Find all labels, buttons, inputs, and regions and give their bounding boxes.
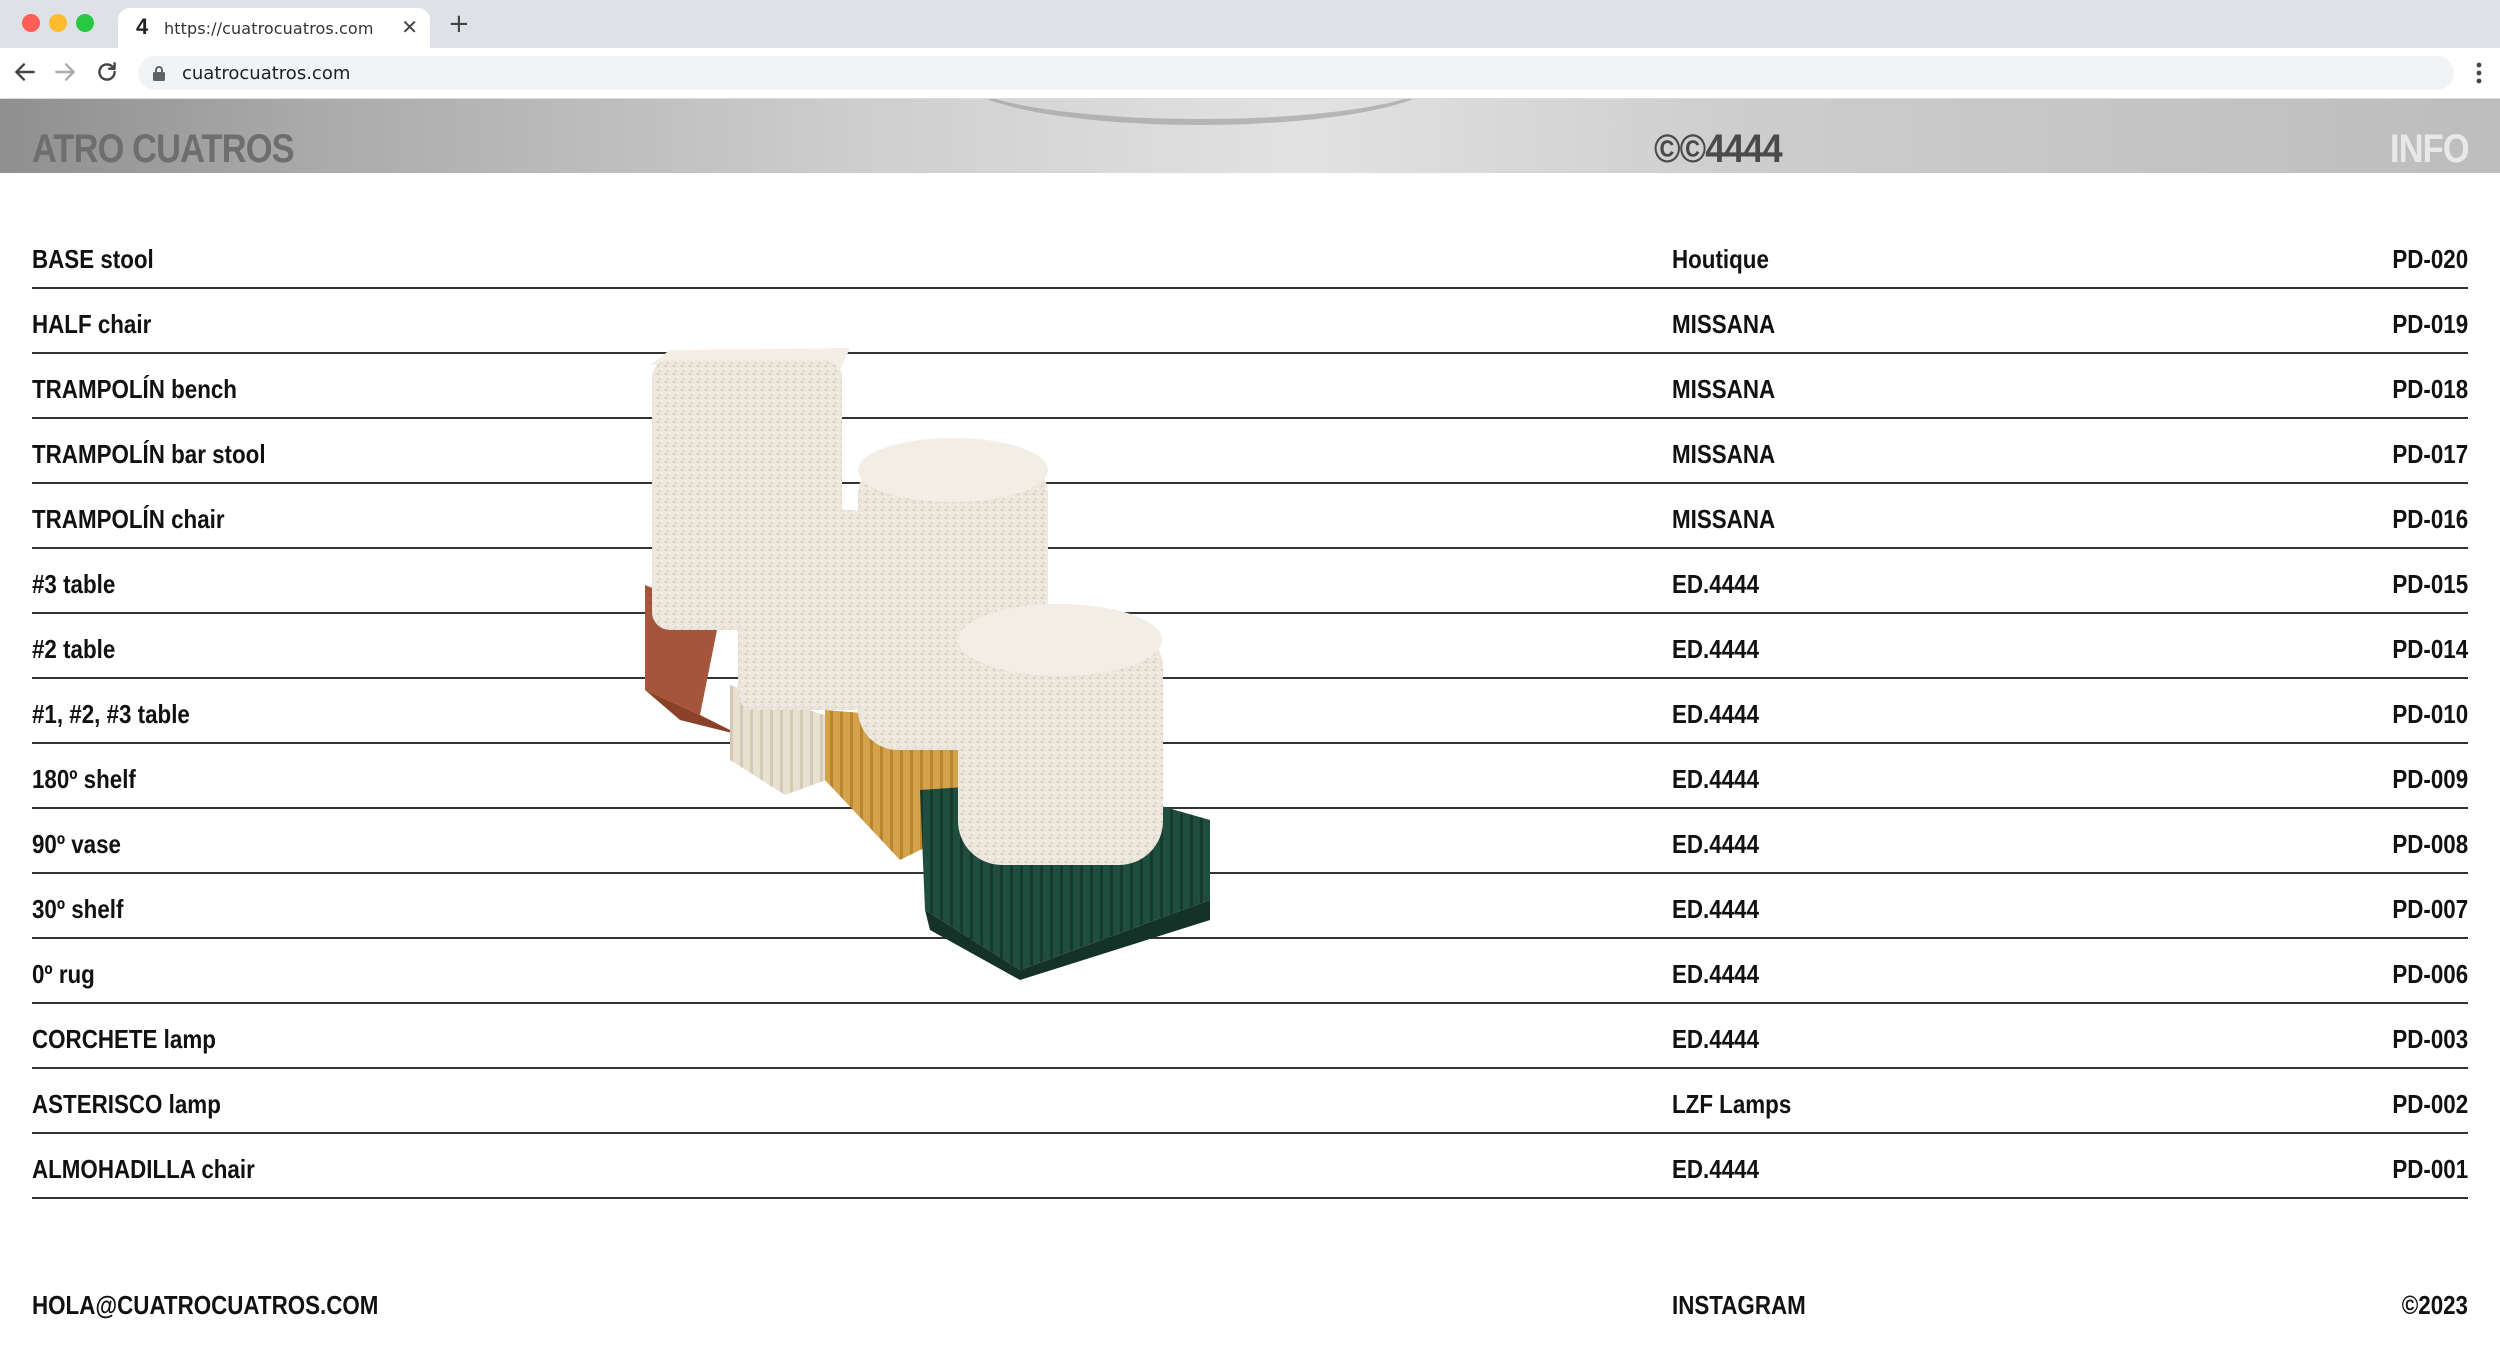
table-row[interactable]: #3 table ED.4444 PD-015 bbox=[32, 549, 2468, 614]
browser-tab[interactable]: 4 https://cuatrocuatros.com ✕ bbox=[118, 8, 430, 48]
product-name: 180º shelf bbox=[32, 764, 136, 794]
table-row[interactable]: BASE stool Houtique PD-020 bbox=[32, 224, 2468, 289]
product-name: ALMOHADILLA chair bbox=[32, 1154, 255, 1184]
product-name: #1, #2, #3 table bbox=[32, 699, 190, 729]
product-code: PD-014 bbox=[2392, 634, 2468, 664]
product-maker: MISSANA bbox=[1672, 309, 1776, 339]
product-code: PD-003 bbox=[2392, 1024, 2468, 1054]
edition-mark[interactable]: ©©4444 bbox=[1654, 127, 1783, 172]
product-maker: MISSANA bbox=[1672, 504, 1776, 534]
product-list: BASE stool Houtique PD-020 HALF chair MISSAN… bbox=[32, 224, 2468, 1199]
product-maker: MISSANA bbox=[1672, 374, 1776, 404]
product-maker: ED.4444 bbox=[1672, 764, 1760, 794]
table-row[interactable]: TRAMPOLÍN bar stool MISSANA PD-017 bbox=[32, 419, 2468, 484]
table-row[interactable]: TRAMPOLÍN bench MISSANA PD-018 bbox=[32, 354, 2468, 419]
product-code: PD-019 bbox=[2392, 309, 2468, 339]
product-code: PD-016 bbox=[2392, 504, 2468, 534]
product-name: TRAMPOLÍN bench bbox=[32, 374, 237, 404]
product-name: 30º shelf bbox=[32, 894, 124, 924]
product-code: PD-015 bbox=[2392, 569, 2468, 599]
email-link[interactable]: HOLA@CUATROCUATROS.COM bbox=[32, 1290, 378, 1321]
table-row[interactable]: #1, #2, #3 table ED.4444 PD-010 bbox=[32, 679, 2468, 744]
table-row[interactable]: CORCHETE lamp ED.4444 PD-003 bbox=[32, 1004, 2468, 1069]
product-name: BASE stool bbox=[32, 244, 154, 274]
site-header: ATRO CUATROS ©©4444 INFO bbox=[0, 99, 2500, 173]
product-code: PD-002 bbox=[2392, 1089, 2468, 1119]
address-text[interactable]: cuatrocuatros.com bbox=[182, 63, 350, 84]
product-name: #3 table bbox=[32, 569, 116, 599]
product-code: PD-010 bbox=[2392, 699, 2468, 729]
table-row[interactable]: ALMOHADILLA chair ED.4444 PD-001 bbox=[32, 1134, 2468, 1199]
product-maker: Houtique bbox=[1672, 244, 1769, 274]
brand-logo[interactable]: ATRO CUATROS bbox=[32, 127, 295, 172]
tab-title: https://cuatrocuatros.com bbox=[164, 19, 374, 38]
info-link[interactable]: INFO bbox=[2390, 127, 2470, 172]
menu-dots-icon[interactable] bbox=[2476, 60, 2482, 86]
product-name: 90º vase bbox=[32, 829, 121, 859]
product-maker: ED.4444 bbox=[1672, 829, 1760, 859]
back-arrow-icon[interactable] bbox=[12, 59, 38, 85]
product-maker: LZF Lamps bbox=[1672, 1089, 1792, 1119]
table-row[interactable]: 30º shelf ED.4444 PD-007 bbox=[32, 874, 2468, 939]
product-maker: ED.4444 bbox=[1672, 1024, 1760, 1054]
table-row[interactable]: TRAMPOLÍN chair MISSANA PD-016 bbox=[32, 484, 2468, 549]
table-row[interactable]: 90º vase ED.4444 PD-008 bbox=[32, 809, 2468, 874]
product-maker: ED.4444 bbox=[1672, 569, 1760, 599]
product-name: #2 table bbox=[32, 634, 116, 664]
table-row[interactable]: HALF chair MISSANA PD-019 bbox=[32, 289, 2468, 354]
browser-toolbar: cuatrocuatros.com bbox=[0, 48, 2500, 99]
product-name: TRAMPOLÍN chair bbox=[32, 504, 225, 534]
product-maker: ED.4444 bbox=[1672, 1154, 1760, 1184]
window-maximize-button[interactable] bbox=[76, 14, 94, 32]
table-row[interactable]: ASTERISCO lamp LZF Lamps PD-002 bbox=[32, 1069, 2468, 1134]
product-code: PD-008 bbox=[2392, 829, 2468, 859]
header-decoration bbox=[960, 99, 1440, 125]
product-code: PD-017 bbox=[2392, 439, 2468, 469]
product-maker: ED.4444 bbox=[1672, 699, 1760, 729]
browser-tab-bar: 4 https://cuatrocuatros.com ✕ + bbox=[0, 0, 2500, 48]
product-code: PD-018 bbox=[2392, 374, 2468, 404]
product-code: PD-006 bbox=[2392, 959, 2468, 989]
product-image bbox=[645, 348, 1210, 980]
product-maker: ED.4444 bbox=[1672, 894, 1760, 924]
tab-favicon: 4 bbox=[136, 14, 149, 39]
product-maker: ED.4444 bbox=[1672, 634, 1760, 664]
product-code: PD-001 bbox=[2392, 1154, 2468, 1184]
window-minimize-button[interactable] bbox=[49, 14, 67, 32]
product-code: PD-009 bbox=[2392, 764, 2468, 794]
product-name: ASTERISCO lamp bbox=[32, 1089, 221, 1119]
window-close-button[interactable] bbox=[22, 14, 40, 32]
product-maker: ED.4444 bbox=[1672, 959, 1760, 989]
product-name: TRAMPOLÍN bar stool bbox=[32, 439, 266, 469]
lock-icon[interactable] bbox=[152, 65, 166, 81]
product-name: 0º rug bbox=[32, 959, 95, 989]
address-bar[interactable]: cuatrocuatros.com bbox=[138, 56, 2454, 90]
instagram-link[interactable]: INSTAGRAM bbox=[1672, 1290, 1806, 1321]
product-maker: MISSANA bbox=[1672, 439, 1776, 469]
reload-icon[interactable] bbox=[94, 59, 120, 85]
product-code: PD-007 bbox=[2392, 894, 2468, 924]
table-row[interactable]: 180º shelf ED.4444 PD-009 bbox=[32, 744, 2468, 809]
site-footer: HOLA@CUATROCUATROS.COM INSTAGRAM ©2023 bbox=[32, 1290, 2468, 1330]
table-row[interactable]: #2 table ED.4444 PD-014 bbox=[32, 614, 2468, 679]
product-code: PD-020 bbox=[2392, 244, 2468, 274]
copyright-text: ©2023 bbox=[2401, 1290, 2468, 1320]
plus-icon[interactable]: + bbox=[448, 9, 470, 39]
table-row[interactable]: 0º rug ED.4444 PD-006 bbox=[32, 939, 2468, 1004]
product-name: HALF chair bbox=[32, 309, 152, 339]
close-icon[interactable]: ✕ bbox=[401, 15, 418, 39]
forward-arrow-icon[interactable] bbox=[52, 59, 78, 85]
product-name: CORCHETE lamp bbox=[32, 1024, 216, 1054]
